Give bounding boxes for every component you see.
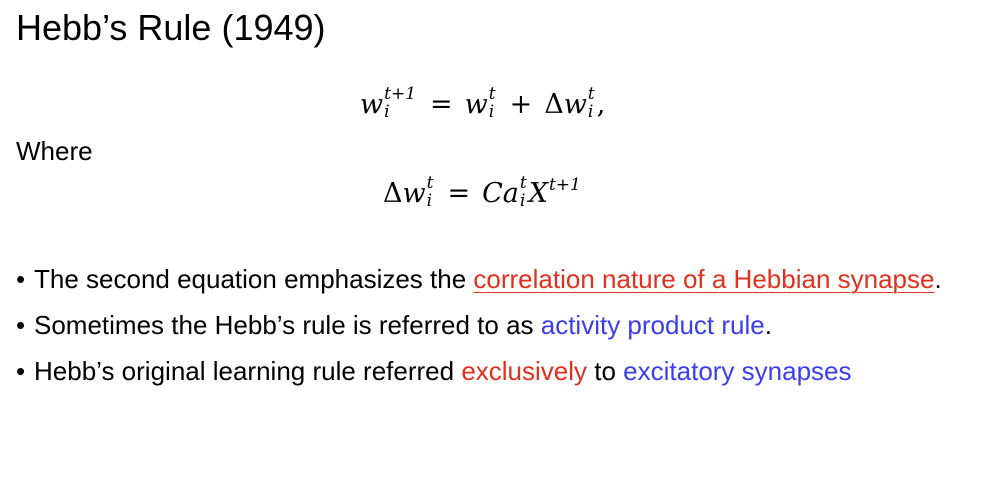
eq2-a-indices: ti bbox=[519, 174, 527, 211]
eq1-r1-sub: i bbox=[488, 101, 495, 122]
bullet-text-end: . bbox=[764, 310, 772, 340]
exclusively-term: exclusively bbox=[461, 356, 588, 386]
eq1-plus: + bbox=[509, 89, 533, 120]
bullet-dot-icon: • bbox=[16, 356, 26, 386]
eq1-r2-sub: i bbox=[587, 101, 594, 122]
slide-title: Hebb’s Rule (1949) bbox=[16, 7, 326, 48]
bullet-text: The second equation emphasizes the bbox=[34, 264, 474, 294]
activity-product-rule-term: activity product rule bbox=[540, 310, 765, 340]
eq2-a-sup: t bbox=[519, 172, 527, 193]
bullet-list: • The second equation emphasizes the corr… bbox=[16, 262, 991, 400]
eq2-a: a bbox=[502, 178, 519, 209]
eq1-r1-indices: ti bbox=[488, 85, 496, 122]
eq1-r2-w: w bbox=[563, 89, 587, 120]
bullet-item-correlation: • The second equation emphasizes the corr… bbox=[16, 262, 991, 296]
bullet-text-end: . bbox=[934, 264, 942, 294]
bullet-dot-icon: • bbox=[16, 264, 26, 294]
eq1-delta: Δ bbox=[544, 89, 564, 120]
eq2-a-sub: i bbox=[519, 190, 526, 211]
eq2-lhs-sub: i bbox=[426, 190, 433, 211]
eq1-r2-indices: ti bbox=[587, 85, 595, 122]
eq2-delta: Δ bbox=[383, 178, 403, 209]
eq1-r2-sup: t bbox=[587, 83, 595, 104]
eq1-lhs-sub: i bbox=[384, 101, 390, 122]
eq1-equals: = bbox=[430, 89, 453, 120]
eq2-coef-c: C bbox=[482, 178, 503, 209]
eq2-x: X bbox=[528, 178, 548, 209]
bullet-text: Sometimes the Hebb’s rule is referred to… bbox=[34, 310, 541, 340]
eq2-equals: = bbox=[447, 178, 471, 209]
correlation-hebbian-synapse-link[interactable]: correlation nature of a Hebbian synapse bbox=[473, 264, 934, 294]
eq1-r1-sup: t bbox=[488, 83, 496, 104]
eq1-lhs-sup: t+1 bbox=[384, 83, 417, 104]
excitatory-synapses-term: excitatory synapses bbox=[623, 356, 852, 386]
slide: Hebb’s Rule (1949) w t+1 i = w t i + Δw t i, Where… bbox=[0, 0, 999, 492]
equation-delta-weight: Δw t i = Ca t i Xt+1 bbox=[383, 168, 581, 211]
eq1-lhs-indices: t+1 i bbox=[384, 85, 416, 122]
equation-weight-update: w t+1 i = w t i + Δw t i, bbox=[360, 85, 606, 122]
eq2-lhs-indices: ti bbox=[426, 174, 434, 211]
eq2-lhs-w: w bbox=[402, 178, 426, 209]
eq1-comma: , bbox=[596, 89, 606, 120]
eq1-r1-w: w bbox=[464, 89, 488, 120]
bullet-dot-icon: • bbox=[16, 310, 26, 340]
eq2-x-sup: t+1 bbox=[548, 175, 581, 195]
where-label: Where bbox=[16, 136, 93, 166]
eq2-lhs-sup: t bbox=[426, 172, 434, 193]
bullet-text-middle: to bbox=[587, 356, 624, 386]
bullet-item-excitatory: • Hebb’s original learning rule referred … bbox=[16, 354, 991, 388]
eq1-lhs-w: w bbox=[360, 89, 384, 120]
bullet-item-activity-product: • Sometimes the Hebb’s rule is referred t… bbox=[16, 308, 991, 342]
bullet-text: Hebb’s original learning rule referred bbox=[34, 356, 462, 386]
